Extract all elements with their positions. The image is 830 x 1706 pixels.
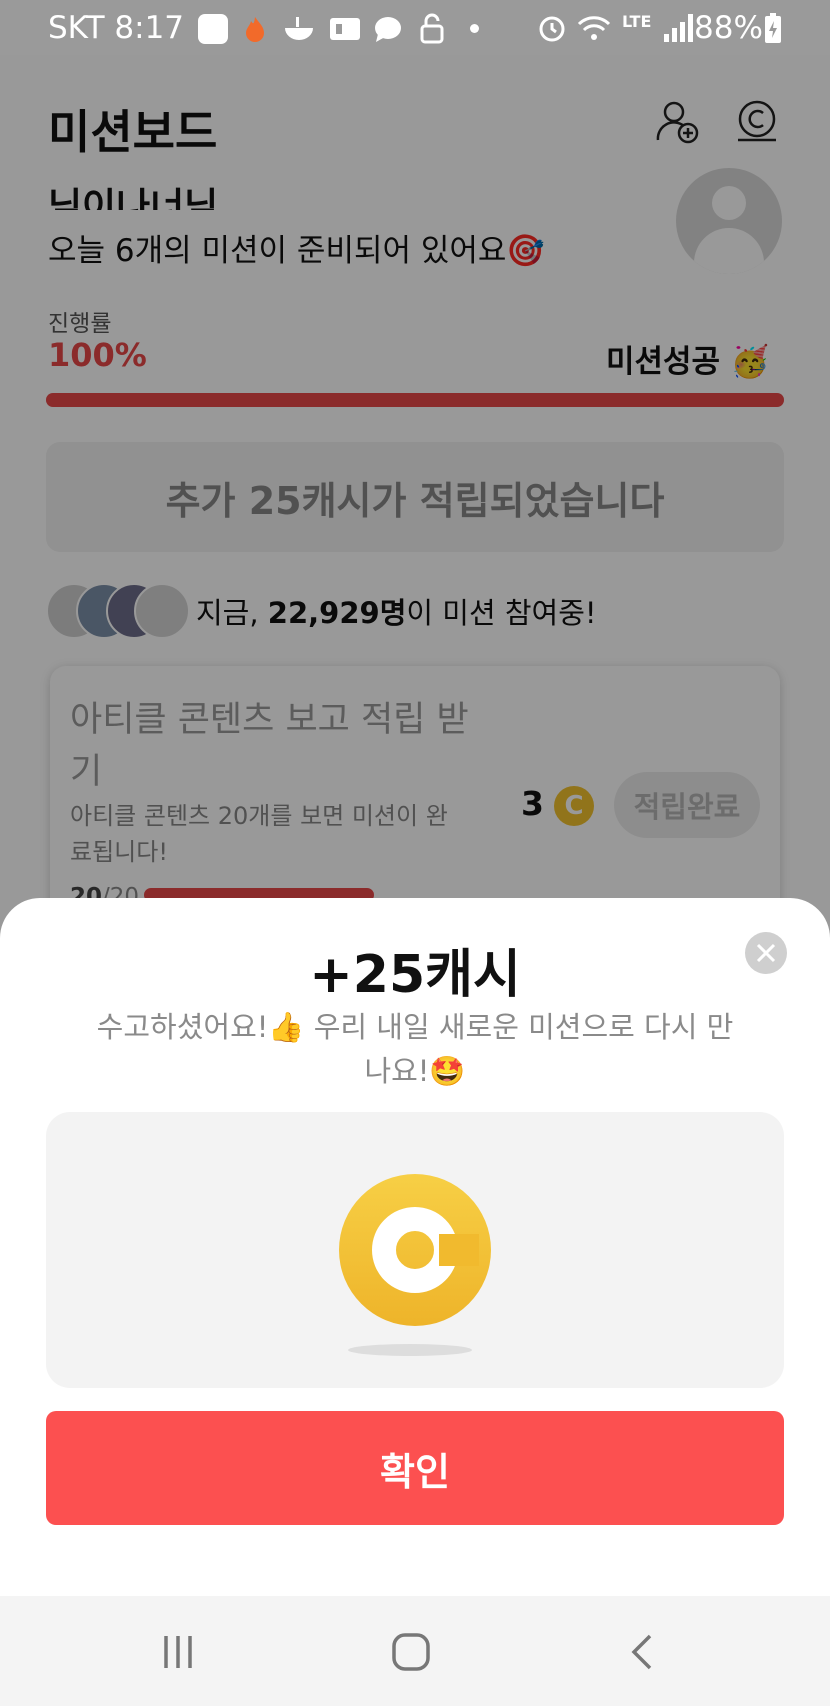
battery-icon xyxy=(765,13,781,43)
back-icon xyxy=(631,1634,652,1670)
lte-icon: LTE xyxy=(622,12,652,31)
confirm-button[interactable]: 확인 xyxy=(46,1411,784,1525)
big-coin-icon xyxy=(339,1174,491,1326)
home-button[interactable] xyxy=(387,1628,435,1676)
sheet-title: +25캐시 xyxy=(309,945,521,1005)
close-button[interactable] xyxy=(745,932,787,974)
coin-shadow xyxy=(348,1344,472,1356)
carrier-label: SKT xyxy=(48,10,105,46)
ticket-icon xyxy=(330,18,360,40)
signal-icon xyxy=(664,14,694,42)
recent-apps-button[interactable] xyxy=(154,1628,202,1676)
recent-apps-icon xyxy=(164,1636,192,1668)
chat-bubble-icon xyxy=(375,17,401,42)
status-bar: SKT 8:17 LTE 88% xyxy=(0,0,830,55)
app-icon xyxy=(198,14,228,44)
unlock-icon xyxy=(420,13,444,44)
wifi-icon xyxy=(577,16,611,40)
fire-icon xyxy=(246,17,264,42)
alarm-icon xyxy=(539,16,565,42)
battery-percent: 88% xyxy=(694,10,763,46)
home-icon xyxy=(392,1633,430,1671)
more-notifications-dot xyxy=(470,24,479,33)
back-button[interactable] xyxy=(620,1628,668,1676)
status-carrier-time: SKT 8:17 xyxy=(48,10,184,46)
bowl-icon xyxy=(285,17,313,40)
close-icon xyxy=(756,943,776,963)
clock: 8:17 xyxy=(114,10,185,46)
sheet-message: 수고하셨어요!👍 우리 내일 새로운 미션으로 다시 만나요!🤩 xyxy=(96,1010,734,1088)
